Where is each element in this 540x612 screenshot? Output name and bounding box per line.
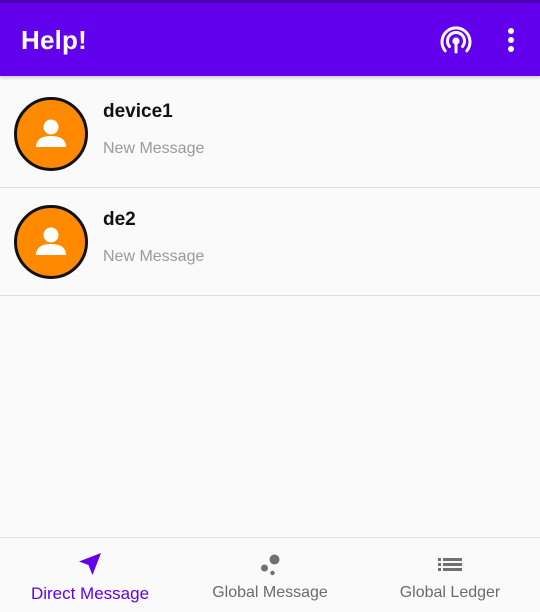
person-icon	[36, 227, 66, 255]
conversation-row[interactable]: de2 New Message	[0, 188, 540, 296]
bubbles-icon	[261, 554, 280, 576]
person-icon	[36, 119, 66, 147]
app-bar: Help!	[0, 3, 540, 76]
avatar	[14, 205, 88, 279]
message-preview: New Message	[103, 248, 205, 265]
more-vert-icon	[508, 28, 514, 52]
contact-name: device1	[103, 101, 173, 122]
app-title: Help!	[21, 25, 87, 55]
bottom-navigation: Direct Message Global Message Global Led…	[0, 537, 540, 612]
tab-label: Direct Message	[30, 584, 150, 603]
conversation-row[interactable]: device1 New Message	[0, 80, 540, 188]
send-icon	[79, 553, 101, 575]
conversation-list: device1 New Message de2 New Message	[0, 80, 540, 296]
tab-direct-message[interactable]: Direct Message	[0, 538, 180, 612]
avatar	[14, 97, 88, 171]
message-preview: New Message	[103, 140, 205, 157]
overflow-menu-button[interactable]	[496, 21, 526, 61]
contact-name: de2	[103, 209, 136, 230]
broadcast-button[interactable]	[436, 21, 476, 61]
list-icon	[438, 558, 462, 571]
tab-label: Global Message	[212, 584, 328, 601]
broadcast-icon	[440, 26, 472, 54]
tab-global-message[interactable]: Global Message	[180, 538, 360, 612]
tab-global-ledger[interactable]: Global Ledger	[360, 538, 540, 612]
tab-label: Global Ledger	[399, 584, 501, 601]
